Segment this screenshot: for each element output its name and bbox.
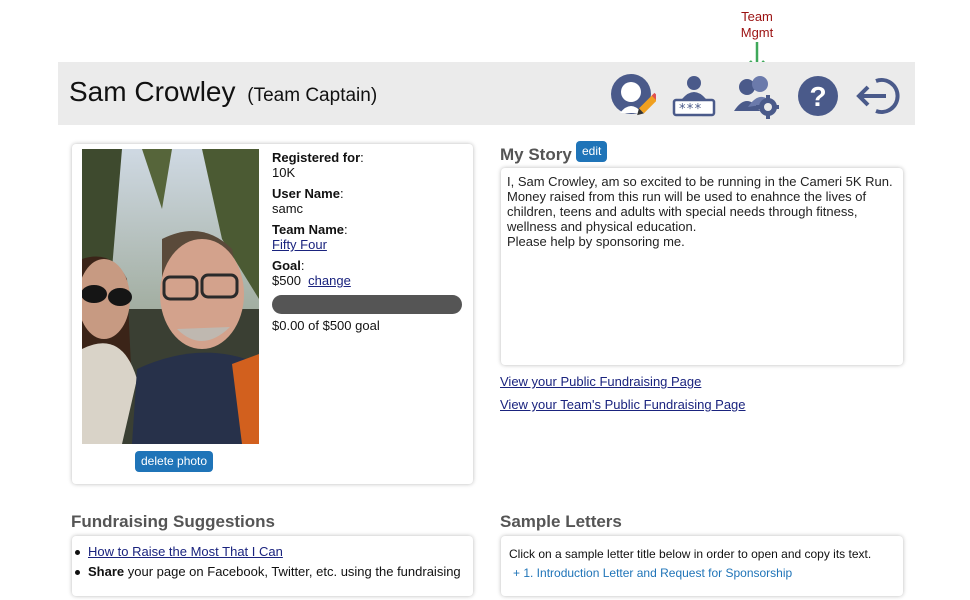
edit-story-button[interactable]: edit — [576, 141, 608, 162]
share-bold-text: Share — [88, 564, 125, 579]
delete-photo-button[interactable]: delete photo — [135, 451, 214, 472]
help-icon[interactable]: ? — [795, 73, 841, 119]
edit-profile-icon[interactable] — [610, 73, 656, 119]
annotation-line-2: Mgmt — [740, 25, 774, 40]
team-public-page-link[interactable]: View your Team's Public Fundraising Page — [500, 397, 746, 412]
fundraising-list: How to Raise the Most That I Can Share y… — [75, 542, 461, 582]
team-mgmt-annotation: Team Mgmt — [735, 9, 779, 41]
goal-progress-bar — [272, 295, 462, 314]
goal-value: $500 — [272, 273, 301, 288]
svg-text:***_: ***_ — [678, 102, 709, 117]
share-text: your page on Facebook, Twitter, etc. usi… — [124, 564, 461, 579]
user-role: (Team Captain) — [247, 85, 378, 106]
page-title: Sam Crowley (Team Captain) — [69, 76, 377, 108]
fundraising-card: How to Raise the Most That I Can Share y… — [72, 536, 473, 596]
story-text: I, Sam Crowley, am so excited to be runn… — [507, 174, 893, 249]
my-story-title: My Story — [500, 145, 572, 164]
raise-most-link[interactable]: How to Raise the Most That I Can — [88, 544, 283, 559]
story-card: I, Sam Crowley, am so excited to be runn… — [501, 168, 903, 365]
annotation-line-1: Team — [741, 9, 773, 24]
registered-value: 10K — [272, 165, 296, 180]
username-label: User Name — [272, 186, 340, 201]
sample-letters-title: Sample Letters — [500, 512, 622, 531]
list-item: Share your page on Facebook, Twitter, et… — [75, 562, 461, 582]
team-management-icon[interactable] — [733, 73, 779, 119]
profile-info: Registered for: 10K User Name: samc Team… — [272, 150, 472, 294]
username-value: samc — [272, 201, 304, 216]
profile-photo — [82, 149, 259, 444]
registered-label: Registered for — [272, 150, 361, 165]
header-bar: Sam Crowley (Team Captain) ***_ ? — [58, 62, 915, 125]
list-item: How to Raise the Most That I Can — [75, 542, 461, 562]
goal-label: Goal — [272, 258, 301, 273]
letter-item-1[interactable]: + 1. Introduction Letter and Request for… — [513, 566, 792, 580]
goal-progress-text: $0.00 of $500 goal — [272, 318, 380, 333]
logout-icon[interactable] — [856, 73, 902, 119]
team-name-link[interactable]: Fifty Four — [272, 237, 327, 252]
user-name: Sam Crowley — [69, 76, 236, 107]
fundraising-title: Fundraising Suggestions — [71, 512, 276, 531]
change-goal-link[interactable]: change — [308, 273, 351, 288]
public-page-link[interactable]: View your Public Fundraising Page — [500, 374, 701, 389]
team-label: Team Name — [272, 222, 345, 237]
svg-text:?: ? — [809, 81, 826, 112]
password-icon[interactable]: ***_ — [671, 73, 717, 119]
letters-intro: Click on a sample letter title below in … — [509, 547, 872, 561]
sample-letters-card: Click on a sample letter title below in … — [501, 536, 903, 596]
page: Team Mgmt Sam Crowley (Team Captain) ***… — [0, 0, 970, 600]
